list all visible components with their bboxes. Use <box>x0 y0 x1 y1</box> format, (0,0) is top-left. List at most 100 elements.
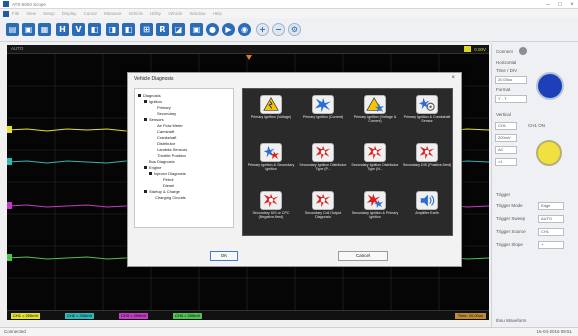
ok-button[interactable]: OK <box>210 251 238 261</box>
menu-utility[interactable]: Utility <box>150 11 161 16</box>
tile-primary-ignition-current[interactable]: Primary Ignition (Current) <box>298 93 348 129</box>
tile-primary-ignition-voltage-current[interactable]: Primary Ignition (Voltage & Current) <box>350 93 400 129</box>
volts-div-select[interactable]: 200mV <box>495 134 517 142</box>
app-logo-icon <box>3 1 9 7</box>
zoom-in-icon[interactable]: + <box>256 23 269 36</box>
menu-display[interactable]: Display <box>62 11 77 16</box>
save-icon[interactable]: ▣ <box>22 23 35 36</box>
tile-primary-secondary-ignition[interactable]: Primary Ignition & Secondary Ignition <box>246 141 296 177</box>
tile-label: Secondary DIS or CPC (Negative-fired) <box>252 211 290 220</box>
run-icon[interactable]: ▣ <box>190 23 203 36</box>
probe-select[interactable]: ×1 <box>495 158 517 166</box>
trigger-mode-select[interactable]: Edge <box>538 202 564 210</box>
snapshot-icon[interactable]: ◪ <box>172 23 185 36</box>
tile-secondary-coil-output[interactable]: Secondary Coil Output Diagnosis <box>298 189 348 225</box>
tile-primary-ignition-voltage[interactable]: Primary Ignition (Voltage) <box>246 93 296 129</box>
connection-status: Connected <box>4 329 26 334</box>
tile-secondary-dis-negative[interactable]: Secondary DIS or CPC (Negative-fired) <box>246 189 296 225</box>
trigger-slope-select[interactable]: + <box>538 241 564 249</box>
horizontal-knob[interactable] <box>536 72 564 100</box>
record-icon[interactable]: R <box>156 23 169 36</box>
tile-secondary-distributor-n[interactable]: Secondary Ignition Distributor Type (N..… <box>350 141 400 177</box>
v-cursor-icon[interactable]: V <box>72 23 85 36</box>
tree-item[interactable]: Injector Diagnosis <box>149 171 186 176</box>
tree-item[interactable]: Diagnosis <box>138 93 161 98</box>
menu-measure[interactable]: Measure <box>104 11 122 16</box>
spark-icon <box>312 191 334 210</box>
tree-item[interactable]: Diesel <box>163 183 174 188</box>
dialog-close-button[interactable]: × <box>451 75 455 81</box>
grid-icon[interactable]: ⊞ <box>140 23 153 36</box>
screen-left-icon[interactable]: ◨ <box>106 23 119 36</box>
tile-label: Secondary Coil Output Diagnosis <box>304 211 342 220</box>
tree-item[interactable]: Secondary <box>157 111 176 116</box>
trigger-source-label: Trigger Source <box>496 229 526 234</box>
dialog-title: Vehicle Diagnosis <box>134 76 174 82</box>
tree-item[interactable]: Charging Circuits <box>155 195 186 200</box>
menu-setup[interactable]: Setup <box>43 11 55 16</box>
title-bar: ATS-5004 Scope – □ × <box>0 0 578 9</box>
ch1-scale-label[interactable]: CH1 = 200mV <box>11 313 41 319</box>
tree-item[interactable]: Petrol <box>163 177 173 182</box>
tree-item[interactable]: Crankshaft <box>157 135 176 140</box>
ch2-scale-label[interactable]: CH2 = 200mV <box>65 313 95 319</box>
tree-item[interactable]: Sensors <box>144 117 164 122</box>
zoom-out-icon[interactable]: − <box>272 23 285 36</box>
tile-secondary-primary-ignition[interactable]: Secondary Ignition & Primary Ignition <box>350 189 400 225</box>
spark-icon <box>260 191 282 210</box>
single-icon[interactable]: ◉ <box>238 23 251 36</box>
vertical-label: Vertical <box>496 112 511 117</box>
vertical-channel-select[interactable]: CH1 <box>495 122 517 130</box>
tree-item[interactable]: Camshaft <box>157 129 174 134</box>
format-select[interactable]: Y - T <box>495 95 527 103</box>
tile-secondary-dis-positive[interactable]: Secondary DIS (Positive-fired) <box>402 141 452 177</box>
cancel-button[interactable]: Cancel <box>338 251 388 261</box>
menu-view[interactable]: View <box>26 11 36 16</box>
coupling-select[interactable]: AC <box>495 146 517 154</box>
tree-item[interactable]: Lambda Sensors <box>157 147 187 152</box>
h-cursor-icon[interactable]: H <box>56 23 69 36</box>
menu-file[interactable]: File <box>12 11 19 16</box>
minimize-button[interactable]: – <box>542 0 554 9</box>
settings-icon[interactable]: ⚙ <box>288 23 301 36</box>
menu-window[interactable]: Window <box>190 11 206 16</box>
maximize-button[interactable]: □ <box>554 0 566 9</box>
trigger-source-select[interactable]: CH1 <box>538 228 564 236</box>
tile-label: Primary Ignition & Crankshaft Sensor <box>403 115 451 124</box>
warning-ignition-icon <box>260 95 282 114</box>
channel-on-checkbox[interactable]: CH1 ON <box>528 123 545 128</box>
tree-item[interactable]: Primary <box>157 105 171 110</box>
folder-icon[interactable]: ▤ <box>6 23 19 36</box>
print-icon[interactable]: ▦ <box>38 23 51 36</box>
tree-item[interactable]: Startup & Charge <box>144 189 180 194</box>
stop-icon[interactable]: ● <box>206 23 219 36</box>
measure-icon[interactable]: ◧ <box>88 23 101 36</box>
connect-indicator[interactable] <box>519 47 527 55</box>
tree-item[interactable]: Distributor <box>157 141 175 146</box>
menu-cursor[interactable]: Cursor <box>83 11 97 16</box>
menu-vehicle-2[interactable]: Vehicle <box>168 11 183 16</box>
play-icon[interactable]: ▶ <box>222 23 235 36</box>
tile-amplifier-earth[interactable]: Amplifier Earth <box>402 189 452 225</box>
trigger-sweep-select[interactable]: AUTO <box>538 215 564 223</box>
status-bar: Connected 16-04-2016 09:51 <box>0 327 578 336</box>
tile-secondary-distributor-p[interactable]: Secondary Ignition Distributor Type (P..… <box>298 141 348 177</box>
tree-item[interactable]: Throttle Position <box>157 153 186 158</box>
menu-vehicle[interactable]: Vehicle <box>129 11 144 16</box>
vertical-knob[interactable] <box>536 140 562 166</box>
tree-item[interactable]: Ignition <box>144 99 162 104</box>
tile-label: Secondary DIS (Positive-fired) <box>402 163 452 167</box>
ch4-scale-label[interactable]: CH4 = 200mV <box>173 313 203 319</box>
time-div-select[interactable]: 20.00us <box>495 76 527 84</box>
ch3-scale-label[interactable]: CH3 = 200mV <box>119 313 149 319</box>
tree-item[interactable]: Air Flow Meter <box>157 123 183 128</box>
control-panel: Connect Horizontal Time / DIV 20.00us Fo… <box>491 44 578 327</box>
menu-help[interactable]: Help <box>213 11 222 16</box>
crankshaft-icon <box>416 95 438 114</box>
tree-item[interactable]: Bus Diagnosis <box>149 159 175 164</box>
horizontal-label: Horizontal <box>496 60 517 65</box>
tile-primary-ignition-crankshaft[interactable]: Primary Ignition & Crankshaft Sensor <box>402 93 452 129</box>
tree-item[interactable]: Engine <box>144 165 161 170</box>
close-window-button[interactable]: × <box>566 0 578 9</box>
screen-right-icon[interactable]: ◧ <box>122 23 135 36</box>
